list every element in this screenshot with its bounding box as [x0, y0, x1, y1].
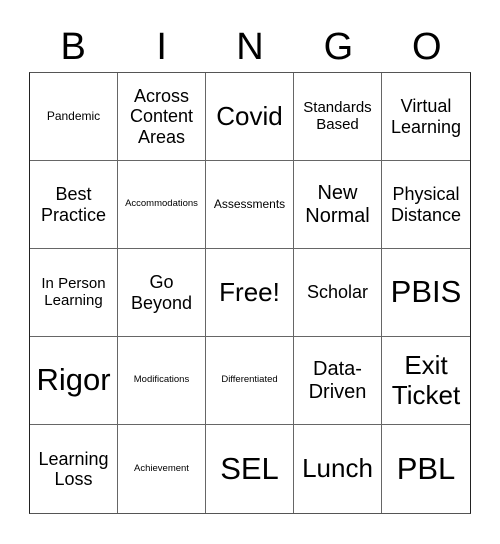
- bingo-cell[interactable]: Modifications: [118, 337, 206, 425]
- bingo-cell[interactable]: PBL: [382, 425, 470, 513]
- bingo-cell-label: New Normal: [305, 182, 370, 227]
- bingo-cell[interactable]: Assessments: [206, 161, 294, 249]
- bingo-cell-label: Assessments: [213, 196, 286, 211]
- bingo-cell-label: PBIS: [390, 274, 462, 310]
- bingo-cell[interactable]: Differentiated: [206, 337, 294, 425]
- bingo-cell[interactable]: Go Beyond: [118, 249, 206, 337]
- header-letter-b: B: [60, 26, 86, 68]
- bingo-cell-label: Lunch: [302, 453, 373, 484]
- bingo-cell-label: Data-Driven: [308, 358, 367, 403]
- bingo-cell-label: Modifications: [133, 374, 190, 386]
- bingo-cell[interactable]: Covid: [206, 73, 294, 161]
- bingo-cell-label: Physical Distance: [390, 184, 462, 225]
- bingo-cell[interactable]: Standards Based: [294, 73, 382, 161]
- bingo-cell-label: Pandemic: [46, 108, 101, 123]
- bingo-cell-label: Across Content Areas: [129, 86, 194, 147]
- bingo-cell[interactable]: Exit Ticket: [382, 337, 470, 425]
- header-letter-g: G: [323, 26, 354, 68]
- bingo-cell-label: Accommodations: [125, 198, 198, 210]
- bingo-cell-label: Achievement: [134, 462, 189, 474]
- bingo-cell-label: Virtual Learning: [390, 96, 462, 137]
- bingo-cell[interactable]: Physical Distance: [382, 161, 470, 249]
- bingo-cell-label: Rigor: [36, 362, 111, 398]
- bingo-cell[interactable]: Achievement: [118, 425, 206, 513]
- header-letter-i: I: [156, 26, 167, 68]
- bingo-cell-label: Covid: [216, 100, 283, 131]
- bingo-cell-label: Exit Ticket: [391, 350, 461, 410]
- bingo-cell[interactable]: Learning Loss: [30, 425, 118, 513]
- bingo-cell[interactable]: Data-Driven: [294, 337, 382, 425]
- header-letter-o: O: [412, 26, 442, 68]
- bingo-cell-label: PBL: [396, 450, 456, 486]
- bingo-cell[interactable]: In Person Learning: [30, 249, 118, 337]
- bingo-cell-label: Standards Based: [303, 98, 372, 133]
- bingo-cell-free[interactable]: Free!: [206, 249, 294, 337]
- bingo-cell-label: In Person Learning: [41, 274, 106, 309]
- bingo-cell-label: Learning Loss: [38, 448, 109, 489]
- bingo-cell[interactable]: Virtual Learning: [382, 73, 470, 161]
- bingo-cell[interactable]: SEL: [206, 425, 294, 513]
- bingo-cell-label: Best Practice: [40, 184, 107, 225]
- bingo-cell[interactable]: Best Practice: [30, 161, 118, 249]
- bingo-cell-label: SEL: [220, 450, 279, 486]
- bingo-cell[interactable]: New Normal: [294, 161, 382, 249]
- bingo-cell-label: Scholar: [306, 282, 369, 303]
- header-letter-n: N: [236, 26, 264, 68]
- bingo-cell-label: Free!: [219, 276, 280, 307]
- bingo-cell[interactable]: Lunch: [294, 425, 382, 513]
- bingo-cell[interactable]: Across Content Areas: [118, 73, 206, 161]
- bingo-cell[interactable]: Scholar: [294, 249, 382, 337]
- bingo-cell-label: Go Beyond: [130, 272, 193, 313]
- bingo-cell[interactable]: Accommodations: [118, 161, 206, 249]
- bingo-cell-label: Differentiated: [221, 374, 278, 386]
- bingo-board: Pandemic Across Content Areas Covid Standar…: [29, 72, 471, 514]
- bingo-header: B I N G O: [29, 22, 471, 72]
- bingo-cell[interactable]: PBIS: [382, 249, 470, 337]
- bingo-cell[interactable]: Pandemic: [30, 73, 118, 161]
- bingo-cell[interactable]: Rigor: [30, 337, 118, 425]
